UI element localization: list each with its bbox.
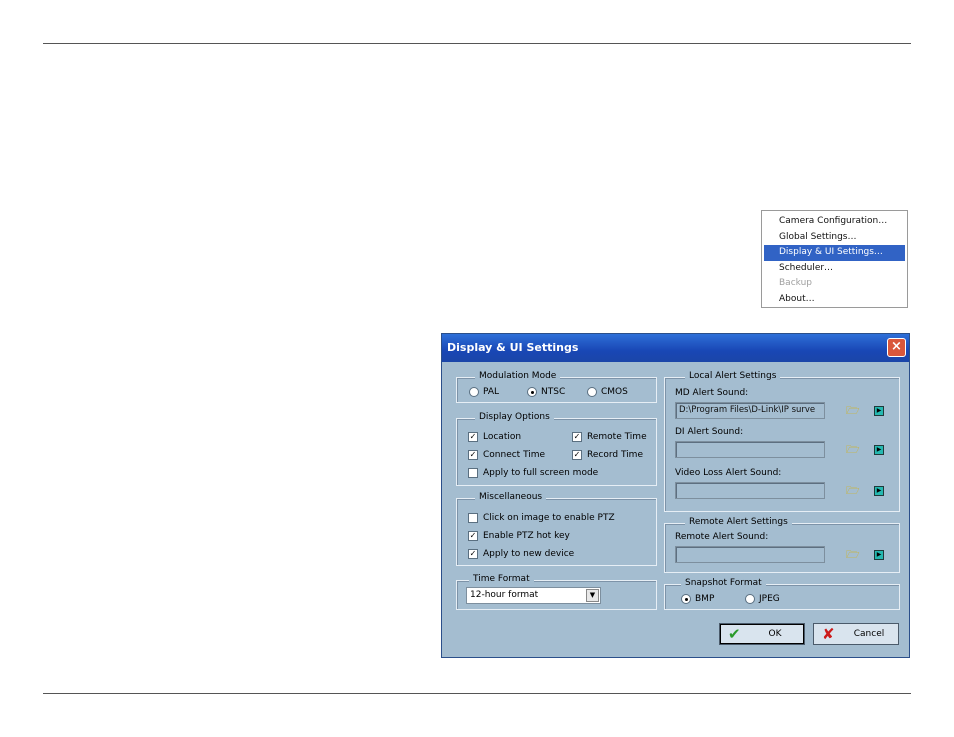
context-menu: Camera Configuration… Global Settings… D… (761, 210, 908, 308)
checkbox-empty (468, 468, 478, 478)
cancel-button[interactable]: ✘ Cancel (813, 623, 899, 645)
checkbox-click-ptz-label: Click on image to enable PTZ (483, 513, 615, 523)
checkmark-icon: ✓ (468, 432, 478, 442)
checkmark-icon: ✓ (468, 531, 478, 541)
remote-alert-sound-field[interactable] (675, 546, 825, 563)
checkbox-apply-new-device[interactable]: ✓ Apply to new device (468, 549, 574, 559)
dialog-titlebar[interactable]: Display & UI Settings × (442, 334, 909, 362)
menu-item-scheduler[interactable]: Scheduler… (762, 261, 907, 277)
modulation-mode-legend: Modulation Mode (475, 371, 561, 381)
play-icon[interactable]: ▶ (874, 550, 884, 560)
checkbox-apply-new-device-label: Apply to new device (483, 549, 575, 559)
md-alert-sound-label: MD Alert Sound: (675, 388, 749, 398)
checkbox-record-time-label: Record Time (587, 450, 643, 460)
checkbox-connect-time-label: Connect Time (483, 450, 546, 460)
radio-ntsc-label: NTSC (541, 387, 566, 397)
radio-jpeg-indicator (745, 594, 755, 604)
video-loss-alert-sound-label: Video Loss Alert Sound: (675, 468, 782, 478)
radio-pal-label: PAL (483, 387, 500, 397)
local-alert-settings-group: Local Alert Settings MD Alert Sound: D:\… (664, 371, 900, 512)
radio-bmp-indicator (681, 594, 691, 604)
time-format-value: 12-hour format (470, 590, 539, 600)
time-format-select[interactable]: 12-hour format ▼ (466, 587, 601, 604)
folder-open-icon[interactable]: 🗁 (846, 549, 860, 560)
checkbox-click-ptz[interactable]: Click on image to enable PTZ (468, 513, 615, 523)
folder-open-icon[interactable]: 🗁 (846, 444, 860, 455)
radio-bmp-label: BMP (695, 594, 715, 604)
local-alert-settings-legend: Local Alert Settings (685, 371, 781, 381)
radio-jpeg-label: JPEG (759, 594, 780, 604)
ok-button[interactable]: ✔ OK (719, 623, 805, 645)
checkmark-icon: ✓ (468, 549, 478, 559)
display-options-group: Display Options ✓ Location ✓ Remote Time ✓… (456, 412, 657, 486)
checkbox-location-label: Location (483, 432, 522, 442)
radio-cmos[interactable]: CMOS (587, 387, 628, 397)
play-icon[interactable]: ▶ (874, 406, 884, 416)
cancel-button-label: Cancel (853, 629, 885, 639)
snapshot-format-legend: Snapshot Format (681, 578, 766, 588)
checkbox-ptz-hotkey-label: Enable PTZ hot key (483, 531, 570, 541)
top-rule (43, 43, 911, 44)
di-alert-sound-label: DI Alert Sound: (675, 427, 744, 437)
checkmark-icon: ✔ (728, 625, 741, 643)
checkmark-icon: ✓ (468, 450, 478, 460)
menu-item-display-ui-settings[interactable]: Display & UI Settings… (764, 245, 905, 261)
checkbox-full-screen-label: Apply to full screen mode (483, 468, 599, 478)
ok-button-label: OK (768, 629, 782, 639)
checkbox-remote-time-label: Remote Time (587, 432, 647, 442)
play-icon[interactable]: ▶ (874, 445, 884, 455)
checkmark-icon: ✓ (572, 450, 582, 460)
folder-open-icon[interactable]: 🗁 (846, 485, 860, 496)
snapshot-format-group: Snapshot Format BMP JPEG (664, 578, 900, 610)
checkbox-ptz-hotkey[interactable]: ✓ Enable PTZ hot key (468, 531, 570, 541)
bottom-rule (43, 693, 911, 694)
md-alert-sound-field[interactable]: D:\Program Files\D-Link\IP surve (675, 402, 825, 419)
radio-cmos-label: CMOS (601, 387, 628, 397)
close-icon: × (891, 339, 902, 354)
remote-alert-sound-label: Remote Alert Sound: (675, 532, 769, 542)
checkbox-location[interactable]: ✓ Location (468, 432, 521, 442)
radio-cmos-indicator (587, 387, 597, 397)
checkbox-empty (468, 513, 478, 523)
di-alert-sound-field[interactable] (675, 441, 825, 458)
menu-item-backup: Backup (779, 278, 812, 288)
menu-item-global-settings[interactable]: Global Settings… (762, 230, 907, 246)
radio-pal-indicator (469, 387, 479, 397)
checkbox-record-time[interactable]: ✓ Record Time (572, 450, 643, 460)
time-format-legend: Time Format (469, 574, 534, 584)
display-ui-settings-dialog: Display & UI Settings × Modulation Mode … (441, 333, 910, 658)
chevron-down-icon[interactable]: ▼ (586, 589, 599, 602)
folder-open-icon[interactable]: 🗁 (846, 405, 860, 416)
cancel-x-icon: ✘ (822, 625, 835, 643)
checkbox-remote-time[interactable]: ✓ Remote Time (572, 432, 647, 442)
radio-ntsc[interactable]: NTSC (527, 387, 565, 397)
checkbox-full-screen[interactable]: Apply to full screen mode (468, 468, 598, 478)
video-loss-alert-sound-field[interactable] (675, 482, 825, 499)
miscellaneous-legend: Miscellaneous (475, 492, 547, 502)
modulation-mode-group: Modulation Mode PAL NTSC CMOS (456, 371, 657, 403)
display-options-legend: Display Options (475, 412, 554, 422)
remote-alert-settings-legend: Remote Alert Settings (685, 517, 792, 527)
remote-alert-settings-group: Remote Alert Settings Remote Alert Sound… (664, 517, 900, 573)
radio-jpeg[interactable]: JPEG (745, 594, 780, 604)
miscellaneous-group: Miscellaneous Click on image to enable P… (456, 492, 657, 566)
radio-ntsc-indicator (527, 387, 537, 397)
close-button[interactable]: × (887, 338, 906, 357)
checkbox-connect-time[interactable]: ✓ Connect Time (468, 450, 545, 460)
radio-pal[interactable]: PAL (469, 387, 499, 397)
radio-bmp[interactable]: BMP (681, 594, 714, 604)
checkmark-icon: ✓ (572, 432, 582, 442)
menu-item-about[interactable]: About… (762, 292, 907, 308)
play-icon[interactable]: ▶ (874, 486, 884, 496)
dialog-title: Display & UI Settings (447, 341, 579, 354)
menu-item-camera-configuration[interactable]: Camera Configuration… (762, 214, 907, 230)
